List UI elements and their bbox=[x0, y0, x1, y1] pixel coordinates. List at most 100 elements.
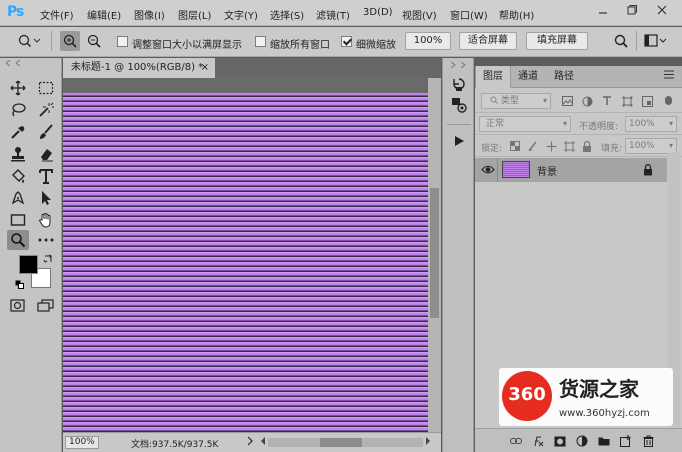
blend-mode-value: 正常 bbox=[486, 119, 505, 129]
eye-icon[interactable] bbox=[481, 164, 495, 178]
paint-bucket-tool-icon[interactable] bbox=[7, 166, 29, 186]
hand-tool-icon[interactable] bbox=[35, 210, 57, 230]
zoom-tool-icon[interactable] bbox=[7, 230, 29, 250]
layer-name[interactable]: 背景 bbox=[537, 163, 557, 178]
play-action-icon[interactable] bbox=[449, 132, 469, 150]
zoom-percent-field[interactable]: 100% bbox=[405, 32, 451, 50]
horizontal-scrollbar-thumb[interactable] bbox=[320, 438, 362, 447]
opacity-field[interactable]: 100% ▾ bbox=[625, 116, 677, 132]
menu-image[interactable]: 图像(I) bbox=[134, 7, 165, 22]
restore-icon[interactable] bbox=[625, 5, 639, 19]
filter-smart-object-icon[interactable] bbox=[641, 95, 653, 107]
minimize-icon[interactable] bbox=[596, 5, 610, 19]
move-tool-icon[interactable] bbox=[7, 78, 29, 98]
foreground-color-swatch-top[interactable] bbox=[19, 255, 38, 274]
menu-file[interactable]: 文件(F) bbox=[40, 7, 74, 22]
menu-layer[interactable]: 图层(L) bbox=[178, 7, 211, 22]
layer-filter-kind-dropdown[interactable]: 类型 ▾ bbox=[481, 93, 551, 109]
history-panel-icon[interactable] bbox=[449, 75, 469, 93]
lock-artboard-icon[interactable] bbox=[563, 140, 575, 152]
close-window-icon[interactable] bbox=[655, 5, 669, 19]
vertical-scrollbar-thumb[interactable] bbox=[430, 188, 439, 318]
status-menu-arrow-icon[interactable] bbox=[246, 436, 254, 449]
rectangle-tool-icon[interactable] bbox=[7, 210, 29, 230]
magic-wand-tool-icon[interactable] bbox=[35, 100, 57, 120]
group-layers-icon[interactable] bbox=[598, 435, 610, 447]
filter-shape-icon[interactable] bbox=[621, 95, 633, 107]
resize-windows-checkbox[interactable] bbox=[117, 36, 128, 47]
blend-opacity-row: 正常 ▾ 不透明度: 100% ▾ bbox=[475, 113, 682, 135]
menu-view[interactable]: 视图(V) bbox=[402, 7, 437, 22]
vertical-scrollbar[interactable] bbox=[428, 78, 441, 432]
eyedropper-tool-icon[interactable] bbox=[7, 122, 29, 142]
layer-mask-icon[interactable] bbox=[554, 435, 566, 447]
fill-screen-button[interactable]: 填充屏幕 bbox=[526, 32, 588, 50]
workspace-switcher-icon[interactable] bbox=[644, 34, 668, 51]
zoom-all-windows-checkbox[interactable] bbox=[255, 36, 266, 47]
swap-colors-icon[interactable] bbox=[43, 254, 53, 267]
layer-lock-icon bbox=[643, 164, 653, 179]
layer-thumbnail[interactable] bbox=[502, 161, 530, 178]
lock-position-icon[interactable] bbox=[545, 140, 557, 152]
scroll-right-icon[interactable] bbox=[425, 436, 431, 449]
tab-paths[interactable]: 路径 bbox=[547, 66, 581, 88]
brush-tool-icon[interactable] bbox=[35, 122, 57, 142]
properties-panel-icon[interactable] bbox=[449, 96, 469, 114]
lock-all-icon[interactable] bbox=[581, 140, 593, 152]
horizontal-scrollbar[interactable] bbox=[268, 438, 423, 447]
lasso-tool-icon[interactable] bbox=[7, 100, 29, 120]
zoom-in-icon[interactable] bbox=[60, 31, 80, 51]
tab-layers[interactable]: 图层 bbox=[475, 66, 511, 88]
default-colors-icon[interactable] bbox=[15, 280, 25, 293]
eraser-tool-icon[interactable] bbox=[35, 144, 57, 164]
more-tools-icon[interactable] bbox=[35, 230, 57, 250]
adjustment-layer-icon[interactable] bbox=[576, 435, 588, 447]
blend-mode-dropdown[interactable]: 正常 ▾ bbox=[479, 116, 571, 132]
filter-adjustment-icon[interactable] bbox=[581, 95, 593, 107]
screen-mode-icon[interactable] bbox=[35, 296, 57, 316]
zoom-tool-preset-icon[interactable] bbox=[18, 34, 41, 51]
layer-filter-row: 类型 ▾ bbox=[475, 89, 682, 113]
layer-style-icon[interactable] bbox=[532, 435, 544, 447]
delete-layer-icon[interactable] bbox=[642, 435, 654, 447]
lock-transparent-pixels-icon[interactable] bbox=[509, 140, 521, 152]
type-tool-icon[interactable] bbox=[35, 166, 57, 186]
lock-image-pixels-icon[interactable] bbox=[527, 140, 539, 152]
menu-filter[interactable]: 滤镜(T) bbox=[316, 7, 350, 22]
tools-panel-grip[interactable] bbox=[4, 59, 58, 68]
dock-grip[interactable] bbox=[447, 60, 471, 69]
opacity-label: 不透明度: bbox=[579, 122, 619, 132]
scroll-left-icon[interactable] bbox=[260, 436, 266, 449]
zoom-out-icon[interactable] bbox=[84, 31, 104, 51]
pen-tool-icon[interactable] bbox=[7, 188, 29, 208]
document-info[interactable]: 文档:937.5K/937.5K bbox=[131, 437, 218, 450]
menu-edit[interactable]: 编辑(E) bbox=[87, 7, 121, 22]
watermark-title: 货源之家 bbox=[559, 377, 639, 401]
link-layers-icon[interactable] bbox=[510, 435, 522, 447]
tab-channels[interactable]: 通道 bbox=[511, 66, 545, 88]
menu-3d[interactable]: 3D(D) bbox=[363, 7, 393, 18]
fill-field[interactable]: 100% ▾ bbox=[625, 138, 677, 154]
filter-type-icon[interactable] bbox=[601, 95, 613, 107]
close-document-icon[interactable]: × bbox=[201, 58, 209, 78]
status-zoom-field[interactable]: 100% bbox=[65, 436, 99, 449]
separator bbox=[497, 158, 498, 182]
layer-row[interactable]: 背景 bbox=[475, 158, 667, 182]
path-selection-tool-icon[interactable] bbox=[35, 188, 57, 208]
marquee-tool-icon[interactable] bbox=[35, 78, 57, 98]
new-layer-icon[interactable] bbox=[620, 435, 632, 447]
menu-window[interactable]: 窗口(W) bbox=[450, 7, 488, 22]
fit-screen-button[interactable]: 适合屏幕 bbox=[459, 32, 517, 50]
menu-type[interactable]: 文字(Y) bbox=[224, 7, 258, 22]
menu-select[interactable]: 选择(S) bbox=[270, 7, 304, 22]
document-tab[interactable]: 未标题-1 @ 100%(RGB/8) * × bbox=[63, 58, 215, 78]
stamp-tool-icon[interactable] bbox=[7, 144, 29, 164]
panel-menu-icon[interactable] bbox=[664, 69, 674, 82]
filter-pixel-icon[interactable] bbox=[561, 95, 573, 107]
search-icon[interactable] bbox=[614, 34, 628, 51]
menu-help[interactable]: 帮助(H) bbox=[499, 7, 534, 22]
quick-mask-icon[interactable] bbox=[7, 296, 29, 316]
canvas[interactable] bbox=[63, 93, 428, 433]
filter-toggle-icon[interactable] bbox=[665, 96, 672, 105]
scrubby-zoom-checkbox[interactable] bbox=[341, 36, 352, 47]
